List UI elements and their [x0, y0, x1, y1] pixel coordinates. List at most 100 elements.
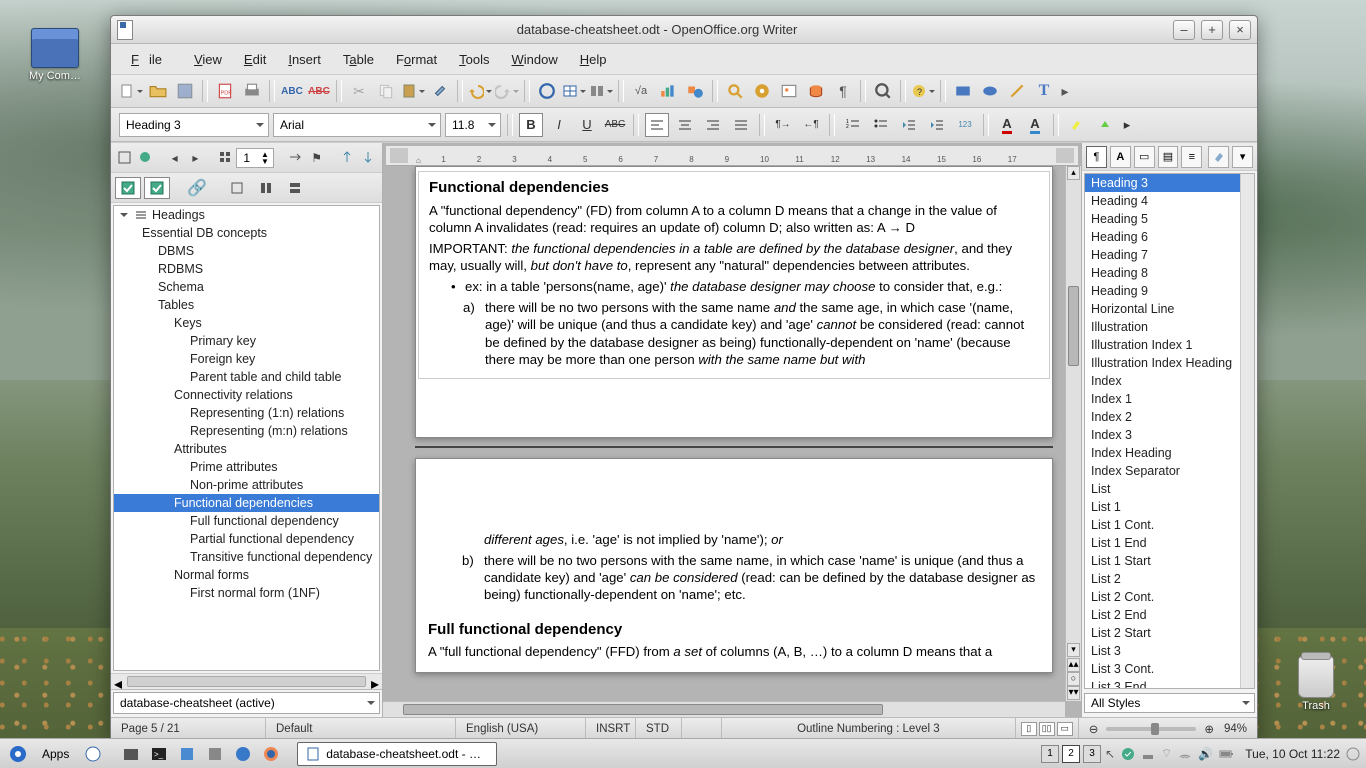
navigator-tree[interactable]: Headings Essential DB conceptsDBMSRDBMSS… — [113, 205, 380, 671]
chart-button[interactable] — [656, 79, 680, 103]
align-right-button[interactable] — [701, 113, 725, 137]
nav-content-button[interactable] — [115, 177, 141, 199]
new-doc-button[interactable] — [119, 79, 143, 103]
style-item[interactable]: Index Heading — [1085, 444, 1254, 462]
font-color-button[interactable]: A — [995, 113, 1019, 137]
line-numbering-button[interactable]: 123 — [953, 113, 977, 137]
help-button[interactable]: ? — [911, 79, 935, 103]
desktop-icon-mycomputer[interactable]: My Com… — [20, 28, 90, 82]
export-pdf-button[interactable]: PDF — [213, 79, 237, 103]
gallery-button[interactable] — [777, 79, 801, 103]
tray-shield-icon[interactable] — [1121, 747, 1135, 761]
tray-bluetooth-icon[interactable]: ⌔ — [1161, 746, 1172, 761]
text-body[interactable]: different ages, i.e. 'age' is not implie… — [418, 525, 1050, 670]
columns-button[interactable] — [589, 79, 613, 103]
minimize-button[interactable]: – — [1173, 20, 1195, 40]
style-item[interactable]: Index 3 — [1085, 426, 1254, 444]
styles-filter-combo[interactable]: All Styles — [1084, 693, 1255, 713]
style-item[interactable]: List 2 — [1085, 570, 1254, 588]
nonprinting-button[interactable]: ¶ — [831, 79, 855, 103]
nav-circle-button[interactable] — [136, 147, 155, 169]
new-style-button[interactable]: ▾ — [1232, 146, 1253, 168]
numbered-list-button[interactable]: 12 — [841, 113, 865, 137]
tray-arrow-icon[interactable]: ↖ — [1105, 747, 1115, 761]
tray-network-icon[interactable] — [1141, 747, 1155, 761]
data-sources-button[interactable] — [804, 79, 828, 103]
char-styles-tab[interactable]: A — [1110, 146, 1131, 168]
nav-tree-item[interactable]: RDBMS — [114, 260, 379, 278]
list-styles-tab[interactable]: ≡ — [1181, 146, 1202, 168]
maximize-button[interactable]: + — [1201, 20, 1223, 40]
tray-battery-icon[interactable] — [1219, 747, 1233, 761]
launcher-terminal[interactable]: >_ — [147, 742, 171, 766]
horizontal-ruler[interactable]: ⌂ 1234567891011121314151617 — [386, 146, 1078, 166]
bullet-list-button[interactable] — [869, 113, 893, 137]
style-item[interactable]: List — [1085, 480, 1254, 498]
tray-clock[interactable]: Tue, 10 Oct 11:22 — [1245, 747, 1340, 761]
nav-tree-item[interactable]: Connectivity relations — [114, 386, 379, 404]
tray-volume-icon[interactable]: 🔊 — [1198, 747, 1213, 761]
menu-help[interactable]: Help — [570, 48, 617, 71]
style-item[interactable]: Horizontal Line — [1085, 300, 1254, 318]
show-desktop-button[interactable] — [81, 742, 105, 766]
nav-page-spin[interactable]: 1▲▼ — [236, 148, 274, 168]
apps-button[interactable]: Apps — [34, 747, 77, 761]
style-item[interactable]: Heading 8 — [1085, 264, 1254, 282]
strike-button[interactable]: ABC — [603, 113, 627, 137]
style-item[interactable]: List 1 End — [1085, 534, 1254, 552]
highlight-button[interactable]: A — [1023, 113, 1047, 137]
status-style[interactable]: Default — [266, 718, 456, 739]
frame-styles-tab[interactable]: ▭ — [1134, 146, 1155, 168]
underline-button[interactable]: U — [575, 113, 599, 137]
style-item[interactable]: Illustration Index Heading — [1085, 354, 1254, 372]
style-item[interactable]: List 2 Start — [1085, 624, 1254, 642]
doc-hscrollbar[interactable] — [383, 701, 1065, 717]
nav-tree-item[interactable]: Keys — [114, 314, 379, 332]
nav-tree-item[interactable]: First normal form (1NF) — [114, 584, 379, 602]
nav-tree-item[interactable]: Representing (1:n) relations — [114, 404, 379, 422]
ltr-button[interactable]: ¶→ — [771, 113, 795, 137]
view-multi-button[interactable]: ▯▯ — [1039, 722, 1055, 736]
bold-button[interactable]: B — [519, 113, 543, 137]
desktop-icon-trash[interactable]: Trash — [1286, 656, 1346, 712]
style-item[interactable]: Heading 9 — [1085, 282, 1254, 300]
cut-button[interactable]: ✂ — [347, 79, 371, 103]
paragraph-style-combo[interactable]: Heading 3 — [119, 113, 269, 137]
print-button[interactable] — [240, 79, 264, 103]
menu-window[interactable]: Window — [502, 48, 568, 71]
nav-tree-item[interactable]: Full functional dependency — [114, 512, 379, 530]
menu-insert[interactable]: Insert — [278, 48, 331, 71]
menu-file[interactable]: File — [121, 48, 182, 71]
launcher-editor[interactable] — [175, 742, 199, 766]
style-item[interactable]: List 1 Cont. — [1085, 516, 1254, 534]
nav-tree-item[interactable]: Partial functional dependency — [114, 530, 379, 548]
nav-mode3-button[interactable] — [282, 177, 308, 199]
toolbar-overflow[interactable]: ▸ — [1059, 79, 1071, 103]
launcher-settings[interactable] — [203, 742, 227, 766]
zoom-out-button[interactable]: ⊖ — [1089, 722, 1099, 736]
nav-tree-item[interactable]: Prime attributes — [114, 458, 379, 476]
indent-button[interactable] — [925, 113, 949, 137]
ellipse-button[interactable] — [978, 79, 1002, 103]
zoom-in-button[interactable]: ⊕ — [1204, 722, 1214, 736]
nav-tree-item[interactable]: Primary key — [114, 332, 379, 350]
nav-tree-item[interactable]: Tables — [114, 296, 379, 314]
nav-tree-item[interactable]: Parent table and child table — [114, 368, 379, 386]
nav-mode2-button[interactable] — [253, 177, 279, 199]
style-item[interactable]: Index — [1085, 372, 1254, 390]
style-item[interactable]: List 3 Cont. — [1085, 660, 1254, 678]
toolbar-overflow[interactable]: ▸ — [1121, 113, 1133, 137]
style-item[interactable]: List 1 Start — [1085, 552, 1254, 570]
style-item[interactable]: Heading 7 — [1085, 246, 1254, 264]
style-item[interactable]: Heading 4 — [1085, 192, 1254, 210]
navigator-button[interactable] — [750, 79, 774, 103]
start-button[interactable] — [6, 742, 30, 766]
nav-promote-button[interactable] — [338, 147, 357, 169]
nav-mode1-button[interactable] — [224, 177, 250, 199]
nav-tree-item[interactable]: Transitive functional dependency — [114, 548, 379, 566]
autospell-button[interactable]: ABC — [307, 79, 331, 103]
formula-button[interactable]: √a — [629, 79, 653, 103]
rect-button[interactable] — [951, 79, 975, 103]
nav-hscroll[interactable]: ◂▸ — [111, 673, 382, 689]
nav-demote-button[interactable] — [359, 147, 378, 169]
